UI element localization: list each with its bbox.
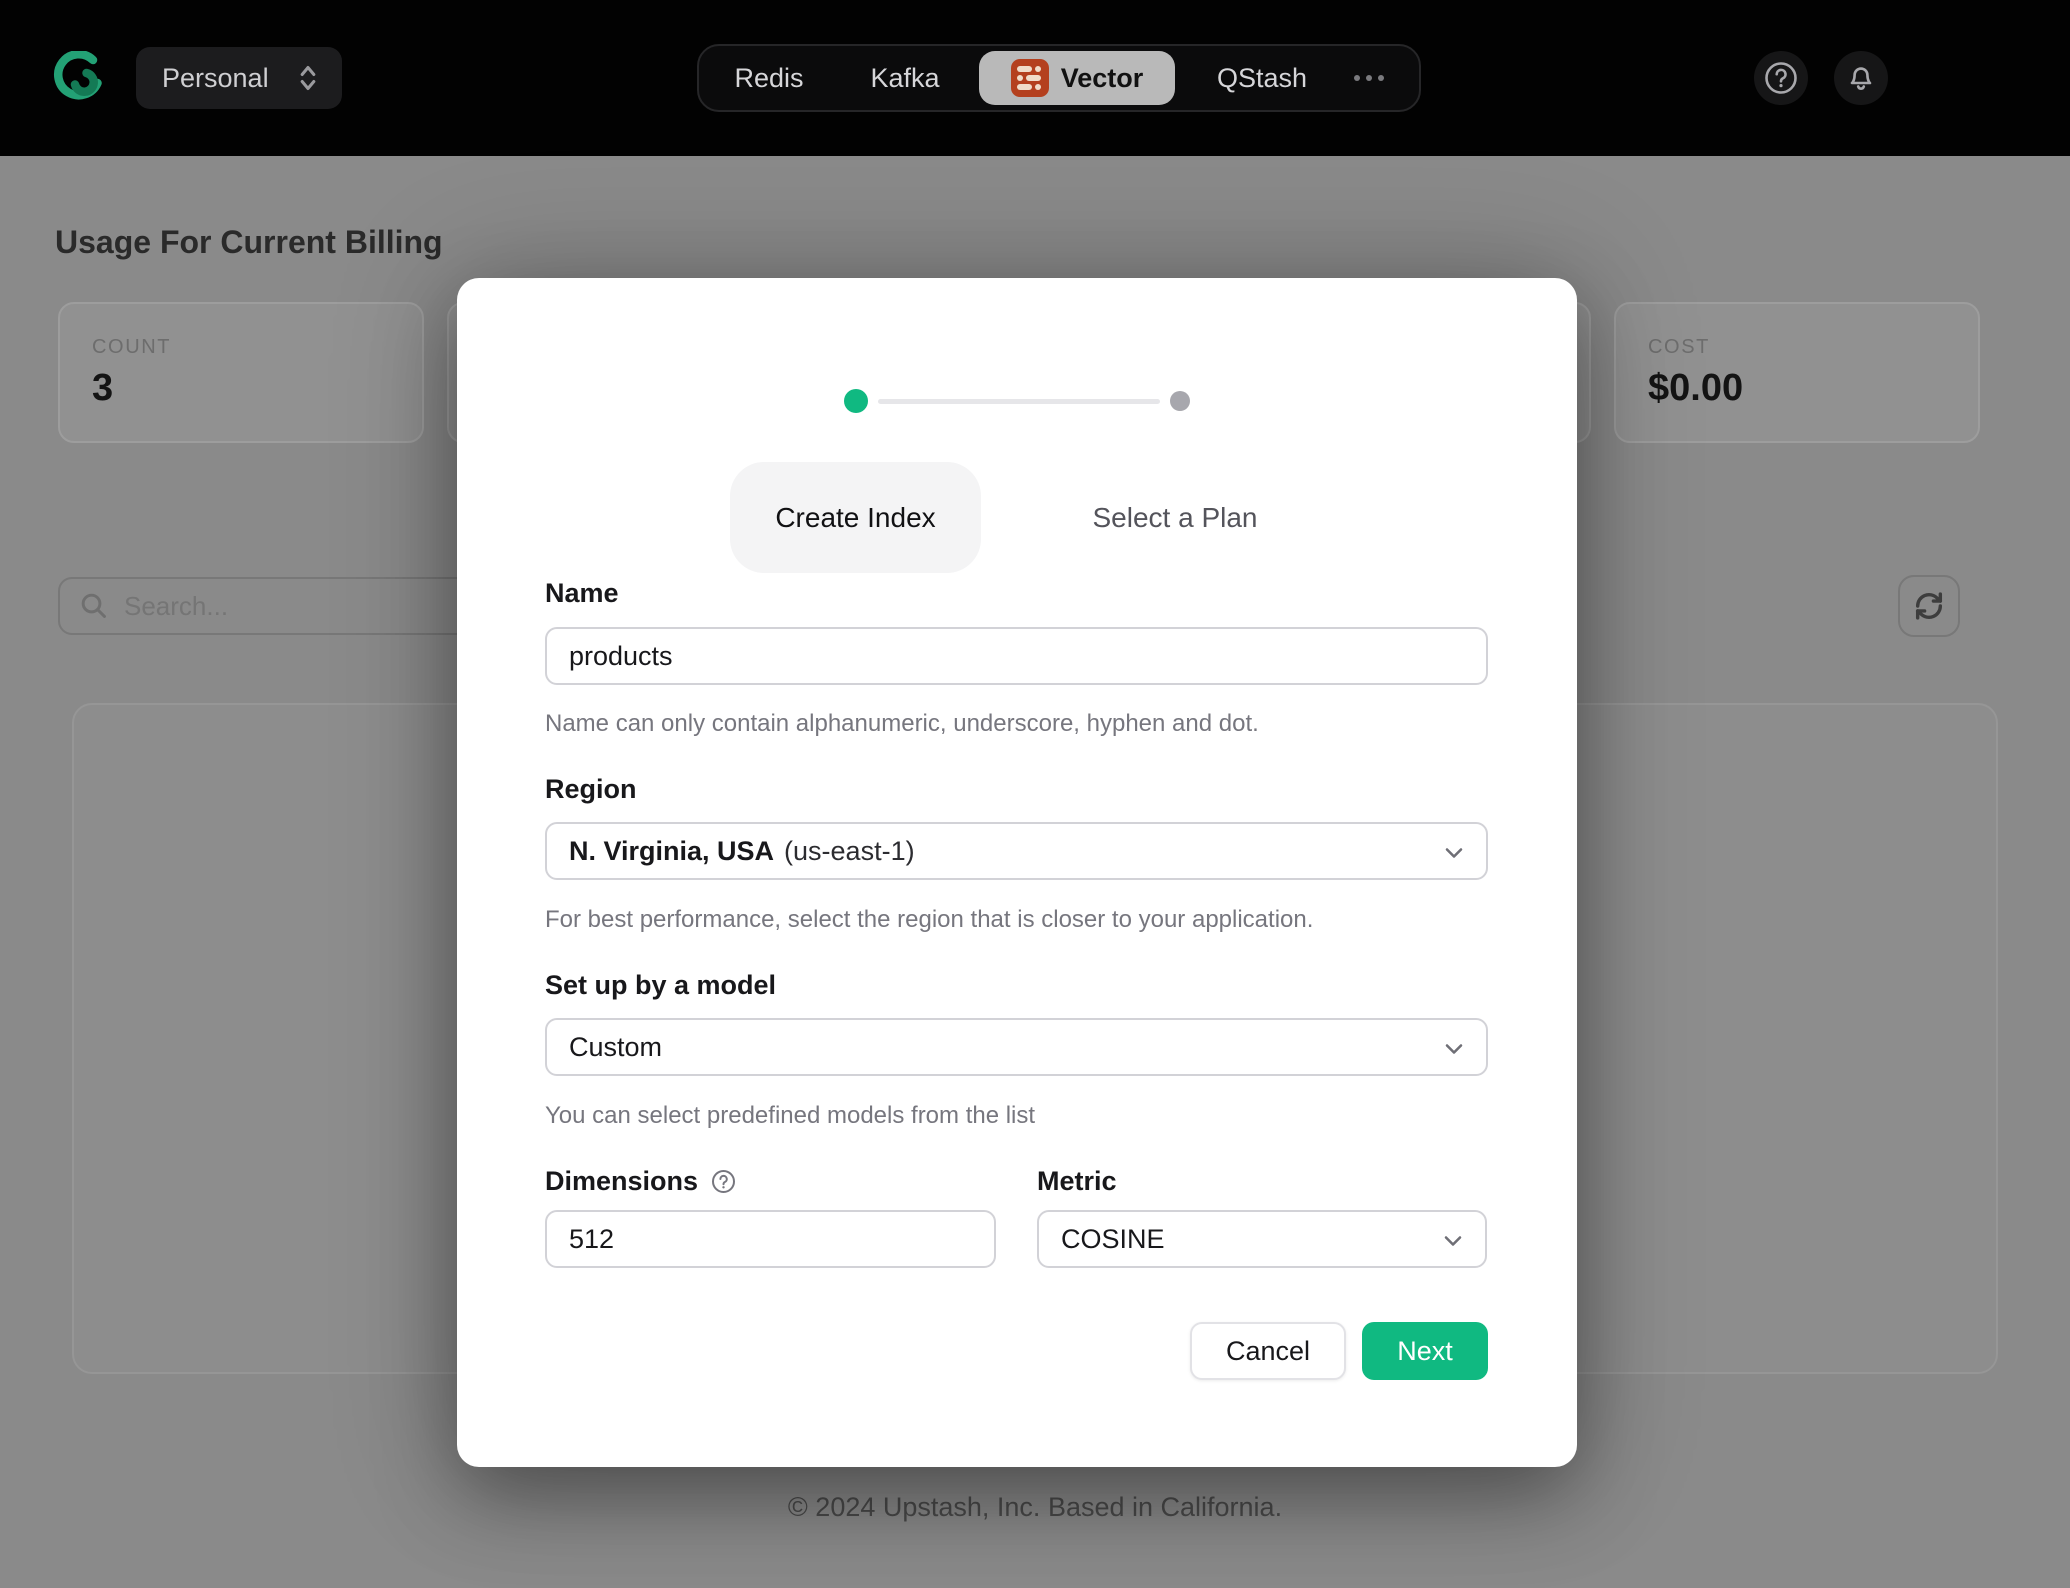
model-select[interactable]: Custom (545, 1018, 1488, 1076)
tab-kafka[interactable]: Kafka (857, 46, 953, 110)
dimensions-input[interactable] (545, 1210, 996, 1268)
org-switcher[interactable]: Personal (136, 47, 342, 109)
notifications-button[interactable] (1834, 51, 1888, 105)
chevron-down-icon (1439, 1227, 1467, 1255)
usage-card-value: $0.00 (1648, 367, 1978, 410)
tab-vector-label: Vector (1061, 63, 1144, 94)
region-value: N. Virginia, USA (569, 836, 774, 867)
refresh-icon (1912, 589, 1946, 623)
dimensions-label: Dimensions (545, 1166, 698, 1197)
nav-overflow-button[interactable] (1341, 46, 1397, 110)
tab-select-plan[interactable]: Select a Plan (1025, 462, 1325, 573)
upstash-logo-icon[interactable] (52, 51, 106, 105)
refresh-button[interactable] (1898, 575, 1960, 637)
help-icon (1762, 59, 1800, 97)
tab-create-index[interactable]: Create Index (730, 462, 981, 573)
bell-icon (1842, 59, 1880, 97)
region-label: Region (545, 774, 637, 805)
dimensions-label-row: Dimensions (545, 1166, 737, 1197)
step-track (878, 399, 1160, 404)
next-button[interactable]: Next (1362, 1322, 1488, 1380)
tab-vector[interactable]: Vector (979, 51, 1175, 105)
chevron-down-icon (1440, 1035, 1468, 1063)
create-index-modal: Create Index Select a Plan Name Name can… (457, 278, 1577, 1467)
org-switcher-label: Personal (162, 63, 294, 94)
step-dot-next (1170, 391, 1190, 411)
name-input[interactable] (545, 627, 1488, 685)
dimensions-help-icon[interactable] (710, 1168, 737, 1195)
name-label: Name (545, 578, 619, 609)
usage-card-value: 3 (92, 367, 422, 410)
help-button[interactable] (1754, 51, 1808, 105)
step-dot-current (844, 389, 868, 413)
app-root: Personal Redis Kafka Vector QStash (0, 0, 2070, 1588)
metric-value: COSINE (1061, 1224, 1165, 1255)
wizard-stepper (457, 388, 1577, 414)
footer-copyright: © 2024 Upstash, Inc. Based in California… (0, 1492, 2070, 1523)
metric-label: Metric (1037, 1166, 1117, 1197)
top-navbar: Personal Redis Kafka Vector QStash (0, 0, 2070, 156)
usage-card-cost: COST $0.00 (1614, 302, 1980, 443)
tab-qstash[interactable]: QStash (1207, 46, 1317, 110)
page-title: Usage For Current Billing (55, 224, 443, 261)
chevron-down-icon (1440, 839, 1468, 867)
name-helper: Name can only contain alphanumeric, unde… (545, 710, 1259, 738)
metric-select[interactable]: COSINE (1037, 1210, 1487, 1268)
model-helper: You can select predefined models from th… (545, 1102, 1035, 1130)
model-label: Set up by a model (545, 970, 776, 1001)
usage-card-count: COUNT 3 (58, 302, 424, 443)
region-helper: For best performance, select the region … (545, 906, 1313, 934)
vector-database-icon (1011, 59, 1049, 97)
model-value: Custom (569, 1032, 662, 1063)
search-icon (78, 590, 110, 622)
ellipsis-icon (1354, 75, 1384, 81)
modal-actions: Cancel Next (457, 1322, 1577, 1380)
usage-card-label: COUNT (92, 336, 422, 359)
tab-redis[interactable]: Redis (725, 46, 813, 110)
chevron-up-down-icon (294, 61, 322, 95)
product-nav: Redis Kafka Vector QStash (697, 44, 1421, 112)
cancel-button[interactable]: Cancel (1190, 1322, 1346, 1380)
region-select[interactable]: N. Virginia, USA (us-east-1) (545, 822, 1488, 880)
region-value-detail: (us-east-1) (784, 836, 915, 867)
usage-card-label: COST (1648, 336, 1978, 359)
